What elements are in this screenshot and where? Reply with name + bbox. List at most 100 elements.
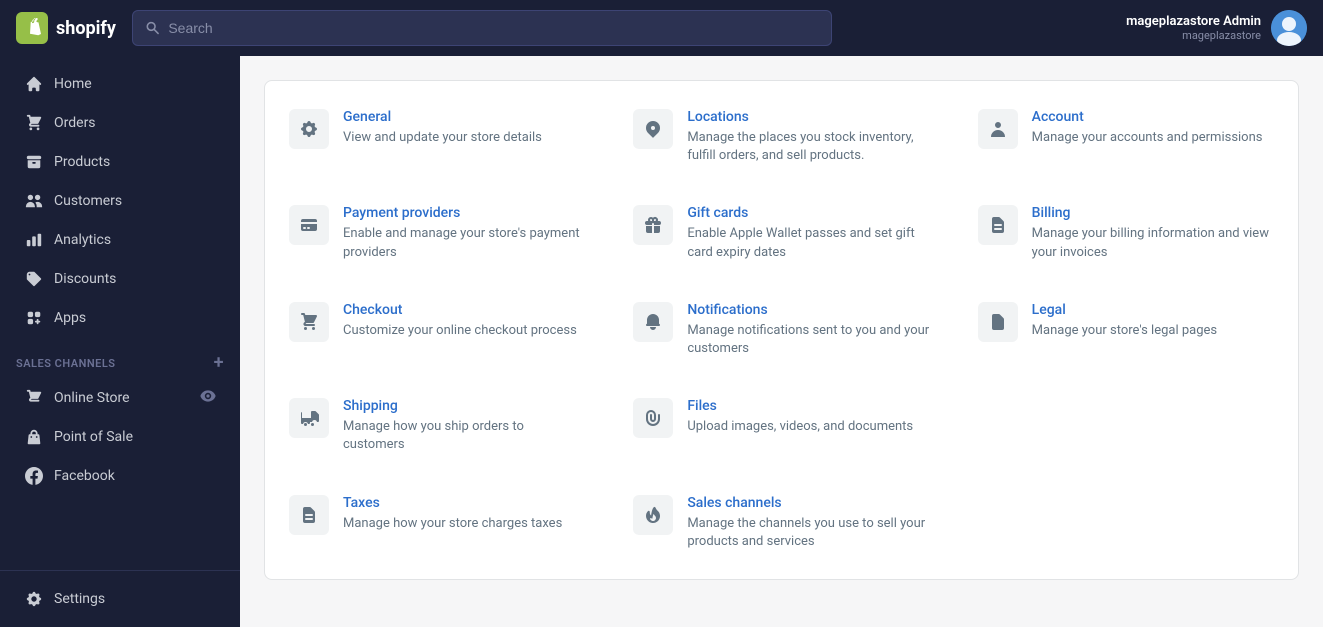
user-info: mageplazastore Admin mageplazastore — [1126, 14, 1261, 42]
point-of-sale-icon — [24, 427, 44, 447]
online-store-left: Online Store — [24, 388, 130, 408]
logo-text: shopify — [56, 18, 116, 39]
discounts-icon — [24, 269, 44, 289]
settings-item-files[interactable]: Files Upload images, videos, and documen… — [609, 378, 953, 474]
sidebar-item-orders[interactable]: Orders — [8, 104, 232, 142]
notifications-title: Notifications — [687, 302, 929, 318]
sales-channels-label: SALES CHANNELS — [16, 357, 116, 370]
billing-title: Billing — [1032, 205, 1274, 221]
settings-item-payment[interactable]: Payment providers Enable and manage your… — [265, 185, 609, 281]
checkout-title: Checkout — [343, 302, 585, 318]
files-desc: Upload images, videos, and documents — [687, 418, 929, 436]
search-bar[interactable] — [132, 10, 832, 46]
settings-icon — [24, 589, 44, 609]
billing-settings-icon — [978, 205, 1018, 245]
account-content: Account Manage your accounts and permiss… — [1032, 109, 1274, 147]
sidebar-item-apps[interactable]: Apps — [8, 299, 232, 337]
sidebar-item-online-store[interactable]: Online Store — [8, 379, 232, 417]
logo[interactable]: shopify — [16, 12, 116, 44]
settings-card: General View and update your store detai… — [264, 80, 1299, 580]
settings-item-sales-channels[interactable]: Sales channels Manage the channels you u… — [609, 475, 953, 571]
locations-desc: Manage the places you stock inventory, f… — [687, 129, 929, 165]
home-icon — [24, 74, 44, 94]
settings-item-gift-cards[interactable]: Gift cards Enable Apple Wallet passes an… — [609, 185, 953, 281]
settings-item-general[interactable]: General View and update your store detai… — [265, 89, 609, 185]
user-name: mageplazastore Admin — [1126, 14, 1261, 29]
notifications-settings-icon — [633, 302, 673, 342]
settings-item-taxes[interactable]: Taxes Manage how your store charges taxe… — [265, 475, 609, 571]
sidebar-item-home-label: Home — [54, 76, 92, 92]
legal-settings-icon — [978, 302, 1018, 342]
main-content: General View and update your store detai… — [240, 56, 1323, 627]
payment-title: Payment providers — [343, 205, 585, 221]
sales-channels-settings-title: Sales channels — [687, 495, 929, 511]
avatar[interactable] — [1271, 10, 1307, 46]
settings-item-legal[interactable]: Legal Manage your store's legal pages — [954, 282, 1298, 378]
analytics-icon — [24, 230, 44, 250]
apps-icon — [24, 308, 44, 328]
sidebar-item-home[interactable]: Home — [8, 65, 232, 103]
settings-label: Settings — [54, 591, 105, 607]
payment-settings-icon — [289, 205, 329, 245]
settings-item-locations[interactable]: Locations Manage the places you stock in… — [609, 89, 953, 185]
payment-desc: Enable and manage your store's payment p… — [343, 225, 585, 261]
sidebar-item-facebook[interactable]: Facebook — [8, 457, 232, 495]
settings-item-notifications[interactable]: Notifications Manage notifications sent … — [609, 282, 953, 378]
gift-cards-desc: Enable Apple Wallet passes and set gift … — [687, 225, 929, 261]
settings-item-checkout[interactable]: Checkout Customize your online checkout … — [265, 282, 609, 378]
sidebar-nav: Home Orders Products — [0, 56, 240, 570]
files-title: Files — [687, 398, 929, 414]
shipping-content: Shipping Manage how you ship orders to c… — [343, 398, 585, 454]
sidebar-item-discounts-label: Discounts — [54, 271, 116, 287]
sales-channels-section: SALES CHANNELS + — [0, 338, 240, 378]
online-store-eye-icon[interactable] — [200, 388, 216, 408]
taxes-content: Taxes Manage how your store charges taxe… — [343, 495, 585, 533]
legal-title: Legal — [1032, 302, 1274, 318]
account-settings-icon — [978, 109, 1018, 149]
shipping-title: Shipping — [343, 398, 585, 414]
payment-content: Payment providers Enable and manage your… — [343, 205, 585, 261]
general-content: General View and update your store detai… — [343, 109, 585, 147]
settings-grid: General View and update your store detai… — [265, 89, 1298, 571]
files-content: Files Upload images, videos, and documen… — [687, 398, 929, 436]
settings-item-billing[interactable]: Billing Manage your billing information … — [954, 185, 1298, 281]
account-title: Account — [1032, 109, 1274, 125]
search-input[interactable] — [168, 20, 819, 36]
online-store-label: Online Store — [54, 390, 130, 406]
billing-content: Billing Manage your billing information … — [1032, 205, 1274, 261]
add-sales-channel-button[interactable]: + — [214, 354, 224, 372]
sidebar-item-orders-label: Orders — [54, 115, 96, 131]
taxes-desc: Manage how your store charges taxes — [343, 515, 585, 533]
billing-desc: Manage your billing information and view… — [1032, 225, 1274, 261]
legal-content: Legal Manage your store's legal pages — [1032, 302, 1274, 340]
sidebar-item-products[interactable]: Products — [8, 143, 232, 181]
checkout-settings-icon — [289, 302, 329, 342]
shipping-desc: Manage how you ship orders to customers — [343, 418, 585, 454]
sidebar-item-pos-label: Point of Sale — [54, 429, 133, 445]
orders-icon — [24, 113, 44, 133]
account-desc: Manage your accounts and permissions — [1032, 129, 1274, 147]
settings-item-account[interactable]: Account Manage your accounts and permiss… — [954, 89, 1298, 185]
sidebar-item-customers-label: Customers — [54, 193, 122, 209]
sidebar-item-discounts[interactable]: Discounts — [8, 260, 232, 298]
sidebar-item-analytics[interactable]: Analytics — [8, 221, 232, 259]
gift-settings-icon — [633, 205, 673, 245]
notifications-desc: Manage notifications sent to you and you… — [687, 322, 929, 358]
settings-item-shipping[interactable]: Shipping Manage how you ship orders to c… — [265, 378, 609, 474]
general-title: General — [343, 109, 585, 125]
user-store: mageplazastore — [1126, 29, 1261, 42]
sidebar-item-customers[interactable]: Customers — [8, 182, 232, 220]
topnav-right: mageplazastore Admin mageplazastore — [1126, 10, 1307, 46]
legal-desc: Manage your store's legal pages — [1032, 322, 1274, 340]
sales-channels-settings-desc: Manage the channels you use to sell your… — [687, 515, 929, 551]
sidebar-settings[interactable]: Settings — [8, 580, 232, 618]
sidebar-item-products-label: Products — [54, 154, 110, 170]
products-icon — [24, 152, 44, 172]
facebook-icon — [24, 466, 44, 486]
locations-title: Locations — [687, 109, 929, 125]
sidebar: Home Orders Products — [0, 56, 240, 627]
gear-settings-icon — [289, 109, 329, 149]
taxes-settings-icon — [289, 495, 329, 535]
sidebar-item-point-of-sale[interactable]: Point of Sale — [8, 418, 232, 456]
taxes-title: Taxes — [343, 495, 585, 511]
